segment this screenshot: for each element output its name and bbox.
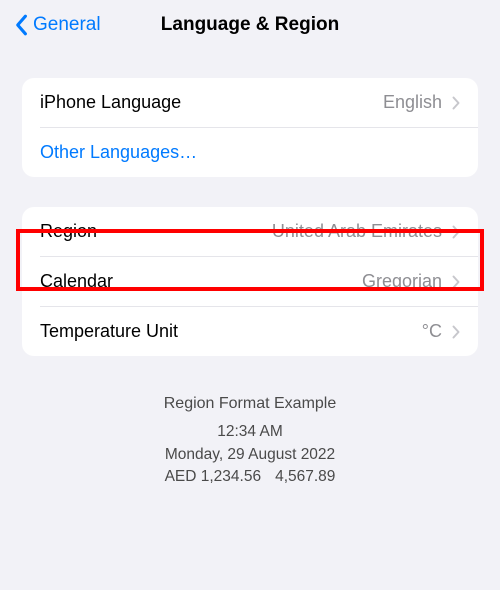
nav-header: General Language & Region [0,0,500,50]
row-right: English [383,92,460,113]
temperature-label: Temperature Unit [40,321,178,342]
row-right: Gregorian [362,271,460,292]
language-group: iPhone Language English Other Languages… [22,78,478,177]
row-right: °C [422,321,460,342]
format-example-number: 4,567.89 [275,468,335,485]
temperature-value: °C [422,321,442,342]
row-right: United Arab Emirates [272,221,460,242]
iphone-language-label: iPhone Language [40,92,181,113]
calendar-row[interactable]: Calendar Gregorian [22,257,478,306]
region-value: United Arab Emirates [272,221,442,242]
calendar-value: Gregorian [362,271,442,292]
chevron-right-icon [452,275,460,289]
temperature-row[interactable]: Temperature Unit °C [22,307,478,356]
back-label: General [33,14,101,36]
iphone-language-value: English [383,92,442,113]
other-languages-label: Other Languages… [40,142,197,163]
iphone-language-row[interactable]: iPhone Language English [22,78,478,127]
calendar-label: Calendar [40,271,113,292]
other-languages-row[interactable]: Other Languages… [22,128,478,177]
chevron-right-icon [452,325,460,339]
format-example-time: 12:34 AM [0,421,500,443]
back-button[interactable]: General [14,14,101,36]
region-format-example: Region Format Example 12:34 AM Monday, 2… [0,392,500,489]
region-label: Region [40,221,97,242]
chevron-right-icon [452,96,460,110]
region-row[interactable]: Region United Arab Emirates [22,207,478,256]
format-example-numbers: AED 1,234.56 4,567.89 [0,466,500,488]
format-example-title: Region Format Example [0,392,500,415]
chevron-right-icon [452,225,460,239]
chevron-left-icon [14,14,28,36]
format-example-currency: AED 1,234.56 [165,468,262,485]
format-example-date: Monday, 29 August 2022 [0,444,500,466]
region-group: Region United Arab Emirates Calendar Gre… [22,207,478,356]
